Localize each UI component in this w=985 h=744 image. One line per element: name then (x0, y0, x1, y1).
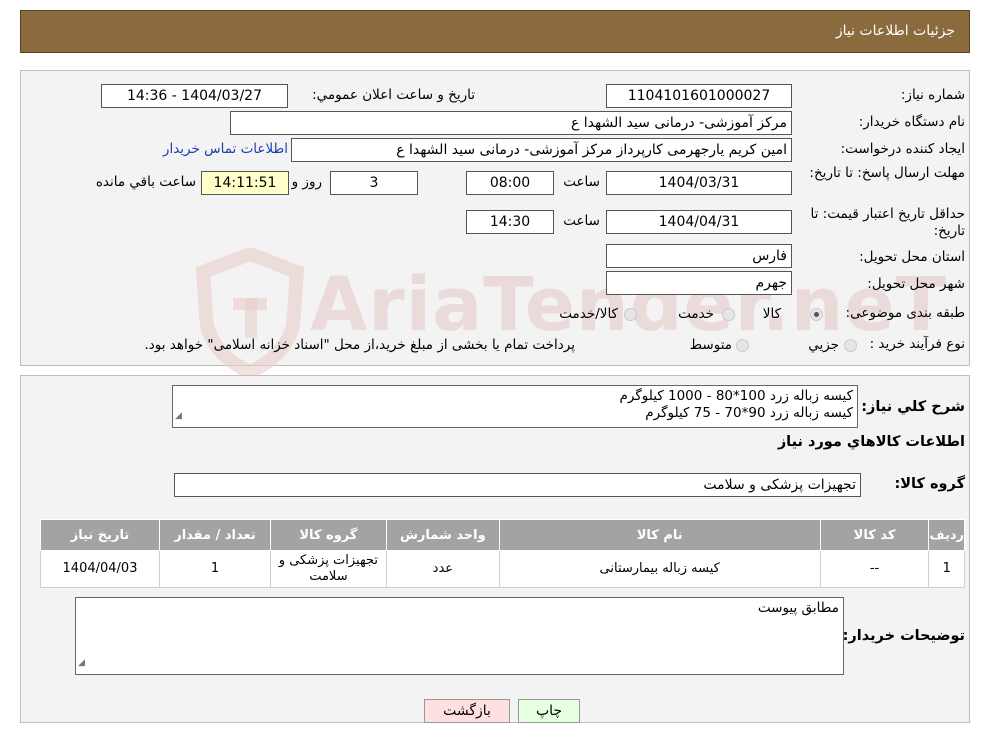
page-header: جزئیات اطلاعات نیاز (20, 10, 970, 53)
purchase-medium-label: متوسط (689, 337, 732, 353)
category-label: طبقه بندی موضوعی: (845, 305, 965, 321)
category-goods-service-label: کالا/خدمت (559, 306, 618, 322)
days-label: روز و (291, 174, 322, 190)
cell-row-number: 1 (928, 550, 965, 588)
col-need-date: تاریخ نیاز (39, 519, 161, 551)
announce-datetime-field: 1404/03/27 - 14:36 (101, 84, 288, 108)
need-number-label: شماره نیاز: (900, 87, 965, 103)
buyer-notes-label: توضیحات خریدار: (842, 628, 965, 644)
buyer-contact-link[interactable]: اطلاعات تماس خریدار (163, 141, 288, 157)
requester-label: ایجاد کننده درخواست: (840, 141, 965, 157)
goods-table: ردیف کد کالا نام کالا واحد شمارش گروه کا… (39, 519, 965, 588)
col-goods-group: گروه کالا (269, 519, 387, 551)
description-line-1: کیسه زباله زرد 100*80 - 1000 کیلوگرم (619, 388, 853, 404)
page-title: جزئیات اطلاعات نیاز (835, 23, 955, 39)
category-service-radio[interactable] (722, 308, 735, 321)
validity-date-field: 1404/04/31 (606, 210, 792, 234)
city-field: جهرم (606, 271, 792, 295)
category-goods-label: کالا (762, 306, 781, 322)
table-row: 1 -- کیسه زباله بیمارستانی عدد تجهیزات پ… (39, 550, 965, 588)
col-quantity: تعداد / مقدار (159, 519, 271, 551)
need-number-field: 1104101601000027 (606, 84, 792, 108)
validity-time-label: ساعت (563, 213, 600, 229)
goods-info-heading: اطلاعات کالاهاي مورد نیاز (777, 434, 965, 450)
watermark-shield-icon (195, 246, 305, 380)
col-goods-code: کد کالا (819, 519, 930, 551)
col-unit: واحد شمارش (385, 519, 500, 551)
col-goods-name: نام کالا (498, 519, 821, 551)
purchase-minor-radio[interactable] (844, 339, 857, 352)
back-button[interactable]: بازگشت (424, 699, 510, 723)
description-line-2: کیسه زباله زرد 90*70 - 75 کیلوگرم (645, 405, 853, 421)
resize-grip-icon[interactable]: ◢ (78, 655, 85, 672)
city-label: شهر محل تحویل: (867, 276, 965, 292)
resize-grip-icon[interactable]: ◢ (175, 408, 182, 425)
buyer-notes-textarea[interactable]: مطابق پیوست ◢ (75, 597, 844, 675)
buyer-notes-text: مطابق پیوست (757, 600, 839, 616)
deadline-time-field: 08:00 (466, 171, 554, 195)
purchase-type-label: نوع فرآیند خرید : (869, 336, 965, 352)
cell-goods-code: -- (819, 550, 930, 588)
min-validity-label: حداقل تاریخ اعتبار قیمت: تا تاریخ: (810, 206, 965, 239)
province-label: استان محل تحویل: (859, 249, 965, 265)
deadline-time-label: ساعت (563, 174, 600, 190)
description-textarea[interactable]: کیسه زباله زرد 100*80 - 1000 کیلوگرم کیس… (172, 385, 858, 428)
category-service-label: خدمت (678, 306, 714, 322)
print-button[interactable]: چاپ (518, 699, 580, 723)
cell-unit: عدد (385, 550, 500, 588)
goods-table-header: ردیف کد کالا نام کالا واحد شمارش گروه کا… (39, 519, 965, 551)
days-field: 3 (330, 171, 418, 195)
buyer-org-label: نام دستگاه خریدار: (858, 114, 965, 130)
validity-time-field: 14:30 (466, 210, 554, 234)
cell-goods-name: کیسه زباله بیمارستانی (498, 550, 821, 588)
announce-datetime-label: تاریخ و ساعت اعلان عمومي: (312, 87, 475, 103)
province-field: فارس (606, 244, 792, 268)
deadline-label: مهلت ارسال پاسخ: تا تاریخ: (809, 165, 965, 181)
watermark-logo (195, 246, 305, 380)
requester-field: امین کریم یارجهرمی کارپرداز مرکز آموزشی-… (291, 138, 792, 162)
cell-need-date: 1404/04/03 (39, 550, 161, 588)
category-goods-radio[interactable] (810, 308, 823, 321)
purchase-minor-label: جزيي (808, 337, 839, 353)
purchase-treasury-note: پرداخت تمام یا بخشی از مبلغ خرید،از محل … (144, 337, 575, 353)
purchase-medium-radio[interactable] (736, 339, 749, 352)
deadline-date-field: 1404/03/31 (606, 171, 792, 195)
cell-quantity: 1 (159, 550, 271, 588)
category-goods-service-radio[interactable] (624, 308, 637, 321)
cell-goods-group: تجهیزات پزشکی و سلامت (269, 550, 387, 588)
col-row-number: ردیف (928, 519, 965, 551)
remaining-time-field: 14:11:51 (201, 171, 289, 195)
goods-group-field: تجهیزات پزشکی و سلامت (174, 473, 861, 497)
remaining-label: ساعت باقي مانده (95, 174, 196, 190)
buyer-org-field: مرکز آموزشی- درمانی سید الشهدا ع (230, 111, 792, 135)
description-label: شرح کلي نیاز: (861, 399, 965, 415)
goods-group-label: گروه کالا: (894, 476, 965, 492)
